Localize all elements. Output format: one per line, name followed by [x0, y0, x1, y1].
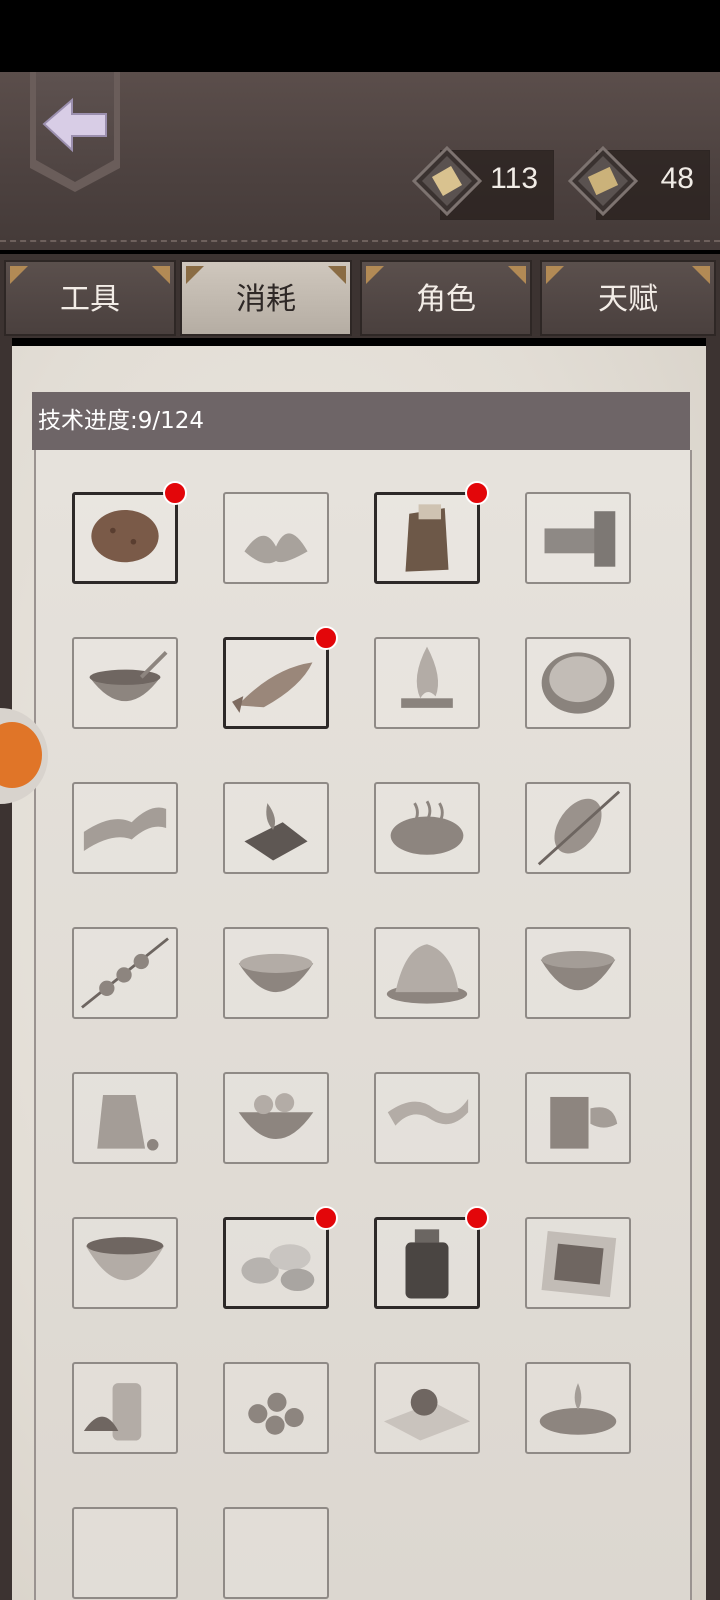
frame-right: [706, 338, 720, 1600]
recipe-item-partial[interactable]: [72, 1507, 178, 1599]
recipe-item[interactable]: [525, 1217, 631, 1309]
divider: [0, 240, 720, 242]
tab-consumables[interactable]: 消耗: [180, 260, 352, 336]
recipe-item[interactable]: [525, 637, 631, 729]
tab-label: 天赋: [598, 282, 658, 317]
recipe-item[interactable]: [525, 782, 631, 874]
tech-progress-label: 技术进度:9/124: [38, 408, 205, 434]
recipe-item[interactable]: [374, 1362, 480, 1454]
frame-left: [0, 338, 12, 1600]
recipe-item[interactable]: [72, 1217, 178, 1309]
new-badge: [465, 481, 489, 505]
currency-value: 113: [490, 162, 538, 195]
noodle-bowl-icon: [541, 652, 615, 714]
potato-icon: [91, 509, 159, 563]
fox-icon: [0, 722, 42, 788]
tab-label: 消耗: [236, 282, 296, 317]
back-arrow-icon: [42, 97, 107, 153]
flour-sack-icon: [405, 504, 449, 572]
recipe-item[interactable]: [525, 1072, 631, 1164]
recipe-item[interactable]: [374, 1072, 480, 1164]
berries-icon: [248, 1392, 304, 1435]
recipe-item[interactable]: [374, 782, 480, 874]
broth-bowl-icon: [85, 1237, 165, 1281]
herb-leaf-icon: [244, 533, 308, 564]
recipe-grid: [34, 450, 692, 1600]
spice-bag-icon: [97, 1095, 159, 1151]
dumpling-bowl-icon: [238, 1093, 314, 1140]
bacon-icon: [83, 807, 167, 851]
recipe-item[interactable]: [72, 637, 178, 729]
recipe-item[interactable]: [374, 927, 480, 1019]
recipe-item[interactable]: [223, 1206, 338, 1309]
tech-progress-header: 技术进度:9/124: [32, 392, 690, 450]
recipe-item[interactable]: [223, 1362, 329, 1454]
recipe-item[interactable]: [223, 492, 329, 584]
parchment-gem-icon: [568, 146, 638, 216]
tab-label: 工具: [60, 282, 120, 317]
recipe-item[interactable]: [525, 492, 631, 584]
recipe-item[interactable]: [525, 927, 631, 1019]
roast-skewer-icon: [537, 790, 621, 866]
egg-on-cloth-icon: [383, 1388, 471, 1441]
status-bar: [0, 0, 720, 72]
scroll-gem-icon: [412, 146, 482, 216]
tab-tools[interactable]: 工具: [4, 260, 176, 336]
steak-icon: [390, 800, 464, 855]
recipe-item[interactable]: [72, 927, 178, 1019]
recipe-item-partial[interactable]: [223, 1507, 329, 1599]
stew-bowl-icon: [238, 953, 314, 993]
dried-fish-icon: [232, 662, 313, 713]
porridge-bowl-icon: [540, 951, 616, 991]
recipe-item[interactable]: [374, 637, 480, 729]
recipe-item[interactable]: [374, 1206, 489, 1309]
currency-scroll: 113: [412, 146, 554, 220]
seaweed-sheet-icon: [541, 1230, 617, 1298]
new-badge: [465, 1206, 489, 1230]
kebab-icon: [81, 937, 169, 1009]
recipe-item[interactable]: [72, 1072, 178, 1164]
ribbon-pasta-icon: [387, 1098, 469, 1126]
wood-logs-icon: [544, 511, 616, 567]
salt-cakes-icon: [241, 1244, 315, 1292]
sauce-bottle-icon: [83, 1383, 142, 1441]
recipe-item[interactable]: [223, 1072, 329, 1164]
recipe-item[interactable]: [223, 927, 329, 1019]
tab-label: 角色: [416, 282, 476, 317]
recipe-item[interactable]: [72, 782, 178, 874]
currency-parchment: 48: [568, 146, 710, 220]
new-badge: [314, 626, 338, 650]
currency-value: 48: [660, 162, 694, 195]
tea-jar-icon: [550, 1096, 618, 1149]
campfire-icon: [401, 646, 453, 708]
herb-jar-icon: [405, 1229, 449, 1299]
soup-bowl-icon: [89, 651, 168, 702]
recipe-item[interactable]: [72, 1362, 178, 1454]
recipe-item[interactable]: [72, 481, 187, 584]
tab-characters[interactable]: 角色: [360, 260, 532, 336]
recipe-item[interactable]: [525, 1362, 631, 1454]
recipe-item[interactable]: [223, 626, 338, 729]
fried-food-icon: [386, 944, 468, 1004]
recipe-item[interactable]: [374, 481, 489, 584]
new-badge: [314, 1206, 338, 1230]
tab-bar: 工具 消耗 角色 天赋: [0, 254, 720, 338]
recipe-item[interactable]: [223, 782, 329, 874]
oil-splash-icon: [539, 1383, 617, 1435]
new-badge: [163, 481, 187, 505]
grilled-meat-icon: [244, 803, 308, 861]
tab-talents[interactable]: 天赋: [540, 260, 716, 336]
